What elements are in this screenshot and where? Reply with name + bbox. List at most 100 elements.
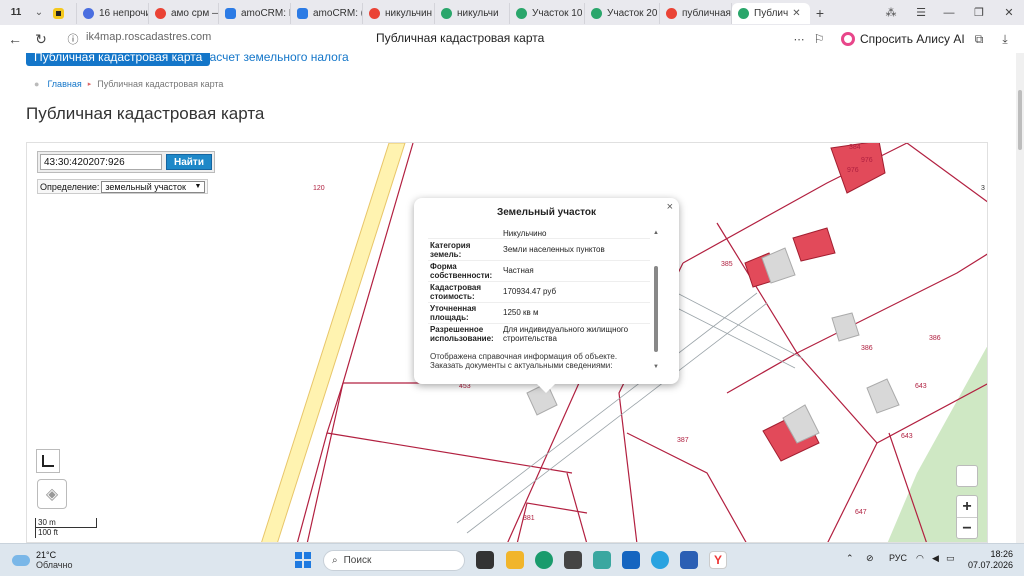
fullscreen-button[interactable] xyxy=(36,449,60,473)
breadcrumb-home[interactable]: Главная xyxy=(47,79,81,89)
tab-favicon xyxy=(369,8,380,19)
bookmark-icon[interactable]: ⚐ xyxy=(806,32,832,46)
breadcrumb: ● Главная ▸ Публичная кадастровая карта xyxy=(34,79,223,89)
telegram-icon[interactable] xyxy=(651,551,669,569)
tab-label: amoCRM: ( xyxy=(313,8,363,19)
tab-label: публичная xyxy=(682,8,731,19)
weather-condition: Облачно xyxy=(36,560,73,570)
zoom-control: + − xyxy=(956,495,978,539)
new-tab-plus-icon[interactable]: + xyxy=(810,5,830,21)
location-pin-icon: ● xyxy=(34,79,40,89)
tab-3[interactable]: amoCRM: I xyxy=(219,3,291,24)
popup-row-value: Для индивидуального жилищного строительс… xyxy=(503,325,629,343)
site-info-icon[interactable]: ⓘ xyxy=(60,31,86,47)
tab-6[interactable]: никульчи xyxy=(435,3,510,24)
page-title-in-omnibox: Публичная кадастровая карта xyxy=(376,31,545,45)
weather-widget[interactable]: 21°C Облачно xyxy=(12,550,72,570)
zoom-in-button[interactable]: + xyxy=(957,496,977,518)
outlook-icon[interactable] xyxy=(622,551,640,569)
tab-1[interactable]: 16 непрочи xyxy=(77,3,149,24)
building xyxy=(866,378,900,414)
fullscreen-icon xyxy=(42,455,54,467)
input-language[interactable]: РУС xyxy=(889,553,907,563)
extensions-icon[interactable]: ⧉ xyxy=(966,32,992,47)
minimize-icon[interactable]: — xyxy=(934,0,964,25)
popup-locality-value: Никульчино xyxy=(503,229,547,238)
tab-favicon xyxy=(83,8,94,19)
download-icon[interactable]: ⤓ xyxy=(992,32,1018,47)
wifi-icon[interactable]: ◠ xyxy=(916,553,924,564)
popup-row-key: Разрешенное использование: xyxy=(430,325,494,343)
close-tab-icon[interactable]: ✕ xyxy=(792,8,800,19)
page-scroll-thumb[interactable] xyxy=(1018,90,1022,150)
map-option-button[interactable] xyxy=(956,465,978,487)
tab-4[interactable]: amoCRM: ( xyxy=(291,3,363,24)
tray-chevron-icon[interactable]: ⌃ xyxy=(846,553,854,564)
popup-row-value: 170934.47 руб xyxy=(503,287,557,296)
tab-label: Участок 10 xyxy=(532,8,583,19)
popup-row-value: Частная xyxy=(503,266,534,275)
yandex-bookmarks-icon[interactable]: ⁂ xyxy=(876,0,906,25)
tab-active[interactable]: Публич ✕ xyxy=(732,3,810,24)
definition-label: Определение: xyxy=(40,181,100,192)
page-content: Публичная кадастровая карта Расчет земел… xyxy=(0,53,1016,543)
tab-label: никульчин xyxy=(385,8,433,19)
yandex-browser-icon[interactable]: Y xyxy=(709,551,727,569)
collections-icon[interactable]: ☰ xyxy=(906,0,936,25)
tab-8[interactable]: Участок 20 xyxy=(585,3,660,24)
cadastral-map-nav-button[interactable]: Публичная кадастровая карта xyxy=(26,53,211,66)
popup-scrollbar[interactable]: ▲ ▼ xyxy=(652,230,660,376)
cadastral-number-input[interactable] xyxy=(40,154,162,170)
url-text[interactable]: ik4map.roscadastres.com xyxy=(86,31,211,43)
weather-temperature: 21°C xyxy=(36,550,57,560)
back-arrow-icon[interactable]: ← xyxy=(2,31,28,47)
plot-number: 120 xyxy=(313,185,325,192)
volume-icon[interactable]: ◀ xyxy=(932,553,939,564)
tab-5[interactable]: никульчин xyxy=(363,3,435,24)
word-icon[interactable] xyxy=(680,551,698,569)
cadastral-map[interactable]: 120 384 976 976 3 385 386 386 453 387 64… xyxy=(26,142,988,543)
layers-button[interactable]: ◈ xyxy=(37,479,67,509)
tab-count-badge[interactable]: 11 xyxy=(5,5,27,21)
land-tax-link[interactable]: Расчет земельного налога xyxy=(202,53,349,64)
tab-7[interactable]: Участок 10 xyxy=(510,3,585,24)
scroll-up-icon[interactable]: ▲ xyxy=(652,230,660,236)
battery-icon[interactable]: ▭ xyxy=(946,553,955,564)
close-icon[interactable]: × xyxy=(667,201,673,213)
tab-favicon xyxy=(591,8,602,19)
plot-number: 453 xyxy=(459,383,471,390)
system-clock[interactable]: 18:26 07.07.2026 xyxy=(957,549,1013,571)
start-windows-icon[interactable] xyxy=(294,551,312,569)
app-icon[interactable] xyxy=(593,551,611,569)
scroll-down-icon[interactable]: ▼ xyxy=(652,364,660,370)
taskbar-search[interactable]: ⌕ Поиск xyxy=(323,550,465,571)
ask-alice-button[interactable]: Спросить Алису AI xyxy=(837,28,972,50)
yandex-y-icon: Y xyxy=(713,553,722,567)
edge-browser-icon[interactable] xyxy=(535,551,553,569)
zoom-out-button[interactable]: − xyxy=(957,518,977,540)
store-icon[interactable] xyxy=(564,551,582,569)
breadcrumb-current: Публичная кадастровая карта xyxy=(97,79,224,89)
definition-select[interactable]: земельный участок ▼ xyxy=(101,180,206,193)
popup-title: Земельный участок xyxy=(496,207,597,218)
plot-number: 384 xyxy=(849,144,861,151)
tab-list-chevron-icon[interactable]: ⌄ xyxy=(31,7,47,18)
reload-icon[interactable]: ↻ xyxy=(28,31,54,48)
tab-pinned[interactable] xyxy=(47,3,77,24)
ask-alice-label: Спросить Алису AI xyxy=(860,32,965,46)
restore-icon[interactable]: ❐ xyxy=(964,0,994,25)
close-window-icon[interactable]: ✕ xyxy=(994,0,1024,25)
layers-icon: ◈ xyxy=(45,486,59,503)
tab-favicon xyxy=(225,8,236,19)
file-explorer-icon[interactable] xyxy=(506,551,524,569)
tab-9[interactable]: публичная xyxy=(660,3,732,24)
task-view-icon[interactable] xyxy=(476,551,494,569)
plot-number: 381 xyxy=(523,515,535,522)
popup-scroll-thumb[interactable] xyxy=(654,266,658,352)
find-button[interactable]: Найти xyxy=(166,154,212,170)
popup-row: Уточненная площадь: 1250 кв м xyxy=(428,304,650,324)
tab-2[interactable]: амо срм — xyxy=(149,3,219,24)
tray-app-icon[interactable]: ⊘ xyxy=(866,553,874,564)
plot-number: 387 xyxy=(677,437,689,444)
definition-select-value: земельный участок xyxy=(105,181,186,192)
